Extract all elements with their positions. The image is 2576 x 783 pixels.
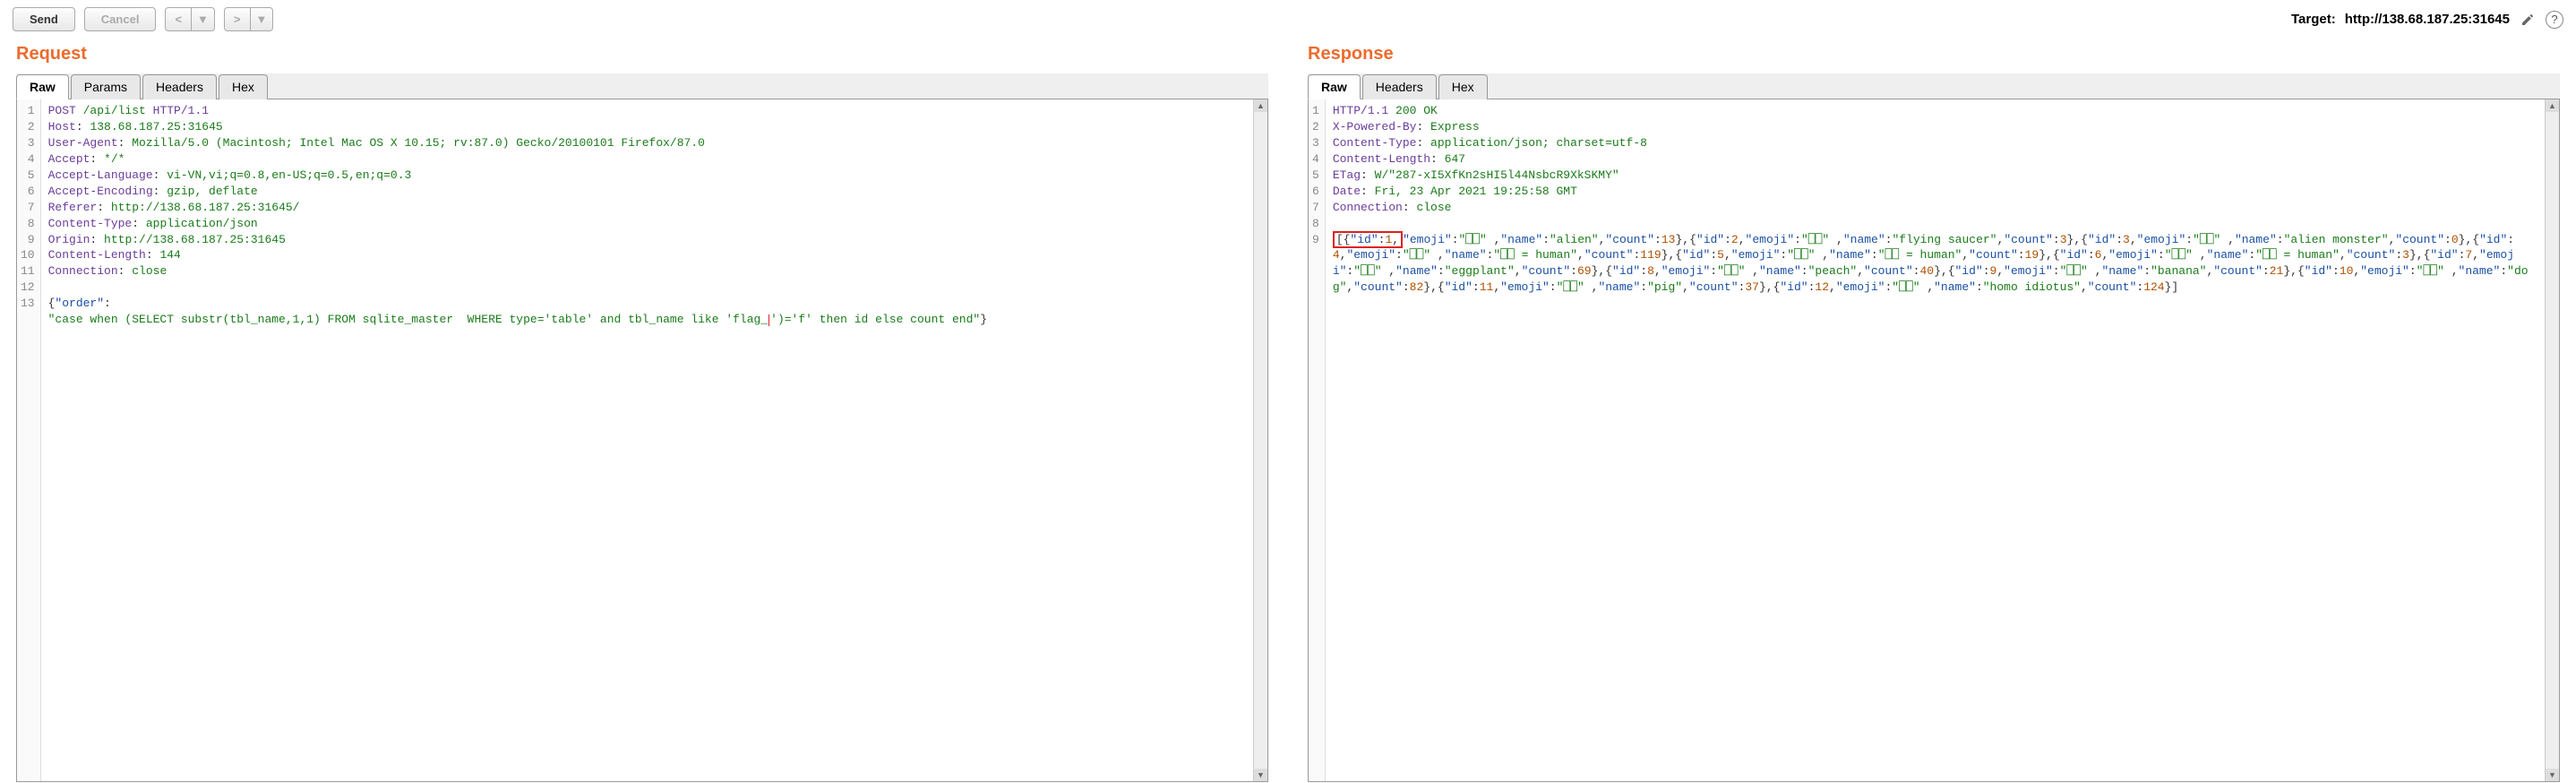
response-scrollbar[interactable]: ▲ ▼	[2545, 99, 2559, 781]
request-title: Request	[16, 40, 1268, 73]
tab-hex[interactable]: Hex	[1438, 74, 1488, 99]
tab-raw[interactable]: Raw	[1308, 74, 1361, 99]
pencil-icon[interactable]	[2519, 11, 2537, 29]
response-tabbar: Raw Headers Hex	[1308, 73, 2560, 99]
request-panel: Request Raw Params Headers Hex 123456789…	[0, 40, 1284, 782]
history-forward-button[interactable]: >	[224, 7, 251, 31]
history-back-menu[interactable]: ▼	[192, 7, 215, 31]
tab-raw[interactable]: Raw	[16, 74, 69, 99]
history-back-button[interactable]: <	[165, 7, 192, 31]
request-gutter: 12345678910111213	[17, 99, 41, 781]
tab-headers[interactable]: Headers	[1362, 74, 1437, 99]
request-code[interactable]: POST /api/list HTTP/1.1 Host: 138.68.187…	[41, 99, 1253, 781]
send-button[interactable]: Send	[13, 7, 75, 31]
columns: Request Raw Params Headers Hex 123456789…	[0, 40, 2576, 782]
request-editor[interactable]: 12345678910111213 POST /api/list HTTP/1.…	[16, 99, 1268, 782]
tab-hex[interactable]: Hex	[219, 74, 268, 99]
target-label: Target:	[2291, 12, 2336, 27]
response-editor[interactable]: 123456789 HTTP/1.1 200 OK X-Powered-By: …	[1308, 99, 2560, 782]
response-panel: Response Raw Headers Hex 123456789 HTTP/…	[1292, 40, 2576, 782]
scroll-down-icon[interactable]: ▼	[2546, 769, 2559, 781]
request-tabbar: Raw Params Headers Hex	[16, 73, 1268, 99]
request-scrollbar[interactable]: ▲ ▼	[1253, 99, 1267, 781]
response-title: Response	[1308, 40, 2560, 73]
scroll-up-icon[interactable]: ▲	[2546, 99, 2559, 112]
scroll-up-icon[interactable]: ▲	[1254, 99, 1267, 112]
target-box: Target: http://138.68.187.25:31645 ?	[2291, 11, 2563, 29]
splitter[interactable]	[1284, 40, 1292, 782]
history-forward-group: > ▼	[224, 7, 273, 31]
tab-params[interactable]: Params	[71, 74, 141, 99]
help-icon[interactable]: ?	[2546, 11, 2563, 29]
response-code[interactable]: HTTP/1.1 200 OK X-Powered-By: Express Co…	[1326, 99, 2545, 781]
tab-headers[interactable]: Headers	[142, 74, 217, 99]
response-gutter: 123456789	[1309, 99, 1326, 781]
toolbar: Send Cancel < ▼ > ▼ Target: http://138.6…	[0, 0, 2576, 40]
scroll-down-icon[interactable]: ▼	[1254, 769, 1267, 781]
cancel-button[interactable]: Cancel	[84, 7, 157, 31]
target-url: http://138.68.187.25:31645	[2345, 12, 2510, 27]
history-forward-menu[interactable]: ▼	[251, 7, 274, 31]
history-back-group: < ▼	[165, 7, 214, 31]
